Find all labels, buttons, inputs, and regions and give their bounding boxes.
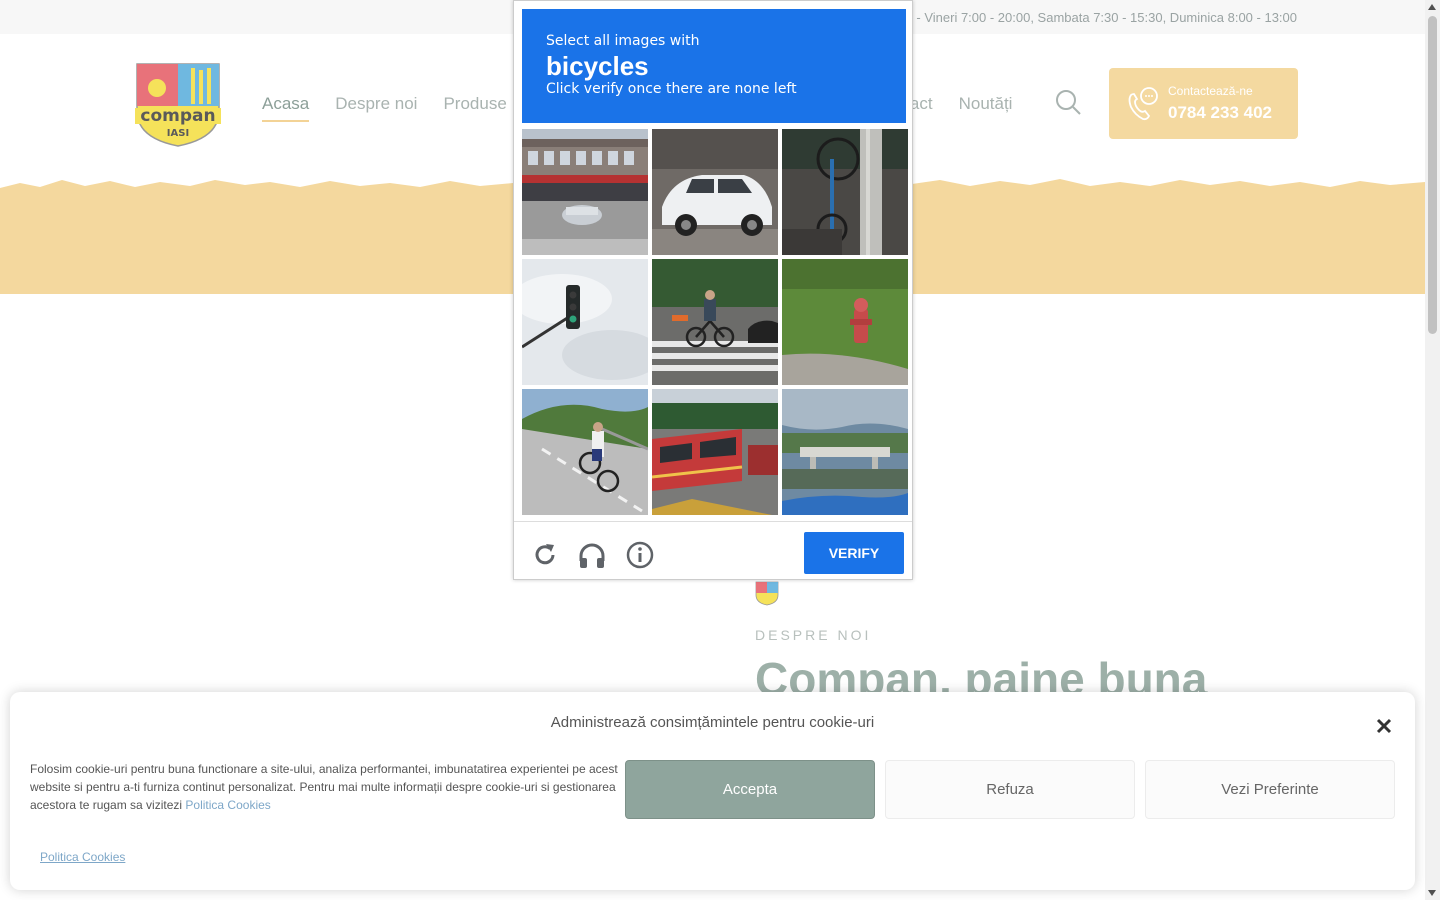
- captcha-tile-cyclist-mountain-road[interactable]: [522, 389, 648, 515]
- captcha-prompt: Select all images with: [546, 33, 700, 49]
- phone-chat-icon: [1125, 85, 1159, 121]
- logo-city: IASI: [167, 128, 189, 139]
- captcha-instructions: Select all images with bicycles Click ve…: [522, 9, 906, 123]
- refuse-cookies-button[interactable]: Refuza: [885, 760, 1135, 819]
- captcha-tile-fire-hydrant[interactable]: [782, 259, 908, 385]
- nav-produse[interactable]: Produse: [443, 94, 506, 122]
- captcha-tile-bicycle-by-pole[interactable]: [782, 129, 908, 255]
- verify-button[interactable]: VERIFY: [804, 532, 904, 574]
- scroll-up-arrow-icon[interactable]: [1428, 4, 1436, 10]
- cookie-policy-inline-link[interactable]: Politica Cookies: [185, 798, 270, 812]
- small-logo-icon: [755, 580, 779, 606]
- accept-cookies-button[interactable]: Accepta: [625, 760, 875, 819]
- captcha-image-grid: [522, 129, 908, 515]
- scroll-down-arrow-icon[interactable]: [1428, 890, 1436, 896]
- main-nav-left: Acasa Despre noi Produse: [262, 94, 507, 122]
- captcha-tile-red-bus[interactable]: [652, 389, 778, 515]
- captcha-challenge: Select all images with bicycles Click ve…: [513, 0, 913, 580]
- cookie-consent-banner: Administrează consimțămintele pentru coo…: [10, 692, 1415, 890]
- compan-logo[interactable]: compan IASI: [133, 56, 223, 148]
- about-kicker: DESPRE NOI: [755, 627, 872, 643]
- info-icon[interactable]: [626, 541, 654, 569]
- search-icon[interactable]: [1054, 88, 1082, 116]
- page-scrollbar[interactable]: [1425, 0, 1440, 900]
- headphones-audio-icon[interactable]: [578, 541, 606, 569]
- nav-noutati[interactable]: Noutăți: [959, 94, 1013, 122]
- contact-label: Contactează-ne: [1168, 84, 1253, 98]
- captcha-tile-storefront-street[interactable]: [522, 129, 648, 255]
- captcha-footer: VERIFY: [514, 521, 912, 579]
- cookie-policy-link[interactable]: Politica Cookies: [40, 850, 125, 864]
- captcha-target-word: bicycles: [546, 51, 649, 81]
- captcha-hint: Click verify once there are none left: [546, 81, 797, 97]
- captcha-tile-cyclist-crosswalk[interactable]: [652, 259, 778, 385]
- captcha-tile-white-car[interactable]: [652, 129, 778, 255]
- nav-acasa[interactable]: Acasa: [262, 94, 310, 122]
- opening-hours: Luni - Vineri 7:00 - 20:00, Sambata 7:30…: [888, 10, 1297, 25]
- contact-call-button[interactable]: Contactează-ne 0784 233 402: [1109, 68, 1298, 139]
- captcha-tile-bridge-river[interactable]: [782, 389, 908, 515]
- close-icon[interactable]: [1374, 716, 1394, 736]
- cookie-title: Administrează consimțămintele pentru coo…: [550, 714, 875, 731]
- contact-phone-number: 0784 233 402: [1168, 103, 1272, 122]
- refresh-icon[interactable]: [531, 541, 559, 569]
- nav-despre-noi[interactable]: Despre noi: [335, 94, 417, 122]
- logo-wordmark: compan: [140, 106, 215, 126]
- scroll-thumb[interactable]: [1428, 16, 1437, 334]
- cookie-description-text: Folosim cookie-uri pentru buna functiona…: [30, 762, 618, 812]
- captcha-tile-traffic-light[interactable]: [522, 259, 648, 385]
- view-preferences-button[interactable]: Vezi Preferinte: [1145, 760, 1395, 819]
- cookie-description: Folosim cookie-uri pentru buna functiona…: [30, 760, 620, 814]
